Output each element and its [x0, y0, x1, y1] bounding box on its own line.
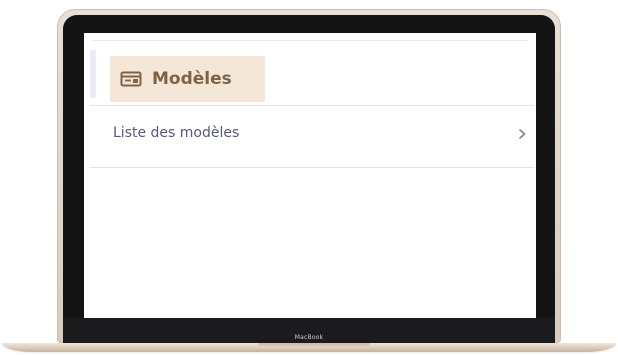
list-item-label: Liste des modèles	[113, 125, 240, 141]
header-accent-bar	[90, 50, 96, 98]
window-panel-icon	[120, 71, 142, 87]
page-title: Modèles	[110, 56, 265, 102]
chevron-right-icon	[516, 126, 528, 140]
header-divider	[90, 105, 534, 106]
base-notch	[258, 343, 370, 348]
page-title-text: Modèles	[152, 69, 232, 89]
laptop-mockup: Modèles Liste des modèles MacBook	[0, 0, 618, 355]
screen: Modèles Liste des modèles	[84, 33, 536, 318]
list-item-templates[interactable]: Liste des modèles	[90, 115, 534, 151]
brand-label: MacBook	[294, 334, 324, 341]
list-divider	[90, 167, 534, 168]
top-divider	[92, 40, 528, 41]
